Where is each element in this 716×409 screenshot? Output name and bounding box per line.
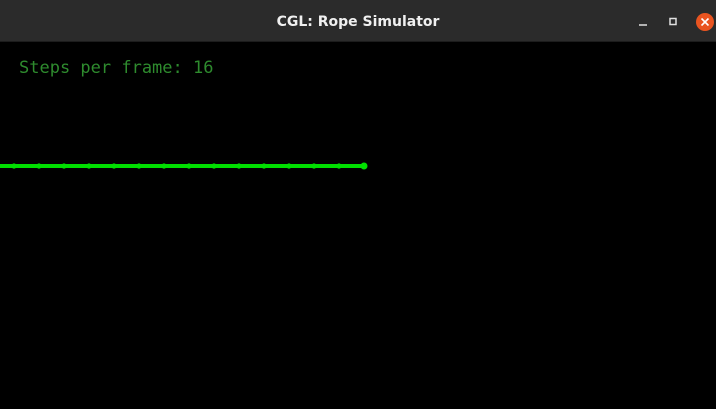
rope-node <box>236 163 242 169</box>
rope-node <box>286 163 292 169</box>
simulation-canvas[interactable]: Steps per frame: 16 <box>0 42 716 409</box>
rope-node <box>11 163 17 169</box>
rope-node <box>186 163 192 169</box>
rope <box>0 162 368 170</box>
close-button[interactable] <box>696 13 714 31</box>
rope-node <box>161 163 167 169</box>
rope-node <box>111 163 117 169</box>
rope-node <box>336 163 342 169</box>
close-icon <box>700 17 710 27</box>
rope-node <box>36 163 42 169</box>
maximize-button[interactable] <box>664 13 682 31</box>
rope-node <box>360 162 368 170</box>
rope-node <box>136 163 142 169</box>
rope-node <box>211 163 217 169</box>
rope-node <box>311 163 317 169</box>
app-window: CGL: Rope Simulator Steps per frame: 16 <box>0 0 716 409</box>
window-title: CGL: Rope Simulator <box>276 14 440 30</box>
rope-node <box>61 163 67 169</box>
maximize-icon <box>669 17 677 26</box>
rope-node <box>86 163 92 169</box>
rope-node <box>261 163 267 169</box>
minimize-button[interactable] <box>634 13 652 31</box>
title-bar[interactable]: CGL: Rope Simulator <box>0 0 716 42</box>
minimize-icon <box>639 24 647 26</box>
rope-nodes <box>11 162 368 170</box>
